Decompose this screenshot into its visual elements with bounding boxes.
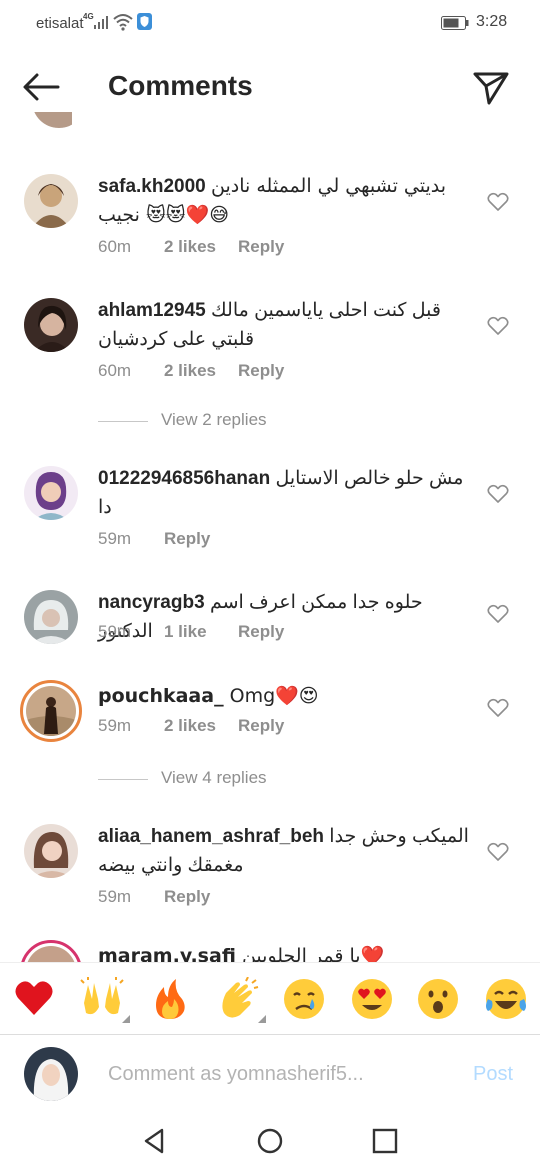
- like-heart-icon[interactable]: [487, 316, 509, 336]
- comment-text: Omg❤️😍: [229, 685, 319, 707]
- comment-meta: 59m 2 likes Reply: [98, 716, 284, 736]
- comment-likes[interactable]: 2 likes: [164, 361, 238, 381]
- tears-of-joy-emoji-button[interactable]: [484, 977, 528, 1021]
- raising-hands-emoji-button[interactable]: [80, 977, 130, 1023]
- comment-body: aliaa_hanem_ashraf_beh الميكب وحش جدا مغ…: [98, 822, 470, 880]
- comment-meta: 60m 2 likes Reply: [98, 237, 284, 257]
- replies-divider: [98, 779, 148, 780]
- comment-body: safa.kh2000 بديتي تشبهي لي الممثله نادين…: [98, 172, 470, 230]
- clapping-hands-emoji-button[interactable]: [216, 976, 266, 1023]
- comment-likes[interactable]: 2 likes: [164, 237, 238, 257]
- reply-button[interactable]: Reply: [164, 529, 210, 549]
- heart-eyes-emoji-button[interactable]: [350, 977, 394, 1021]
- nav-back-icon[interactable]: [140, 1126, 170, 1156]
- surprised-face-emoji-button[interactable]: [416, 977, 460, 1021]
- system-navigation-bar: [0, 1114, 540, 1170]
- comment-meta: 59m Reply: [98, 529, 210, 549]
- status-bar: etisalat 4G 3:28: [0, 0, 540, 46]
- skin-tone-indicator: [258, 1015, 266, 1023]
- comment-time: 59m: [98, 887, 132, 906]
- heart-emoji-button[interactable]: [12, 977, 56, 1021]
- comment-username[interactable]: maram.y.safi: [98, 945, 236, 962]
- reply-button[interactable]: Reply: [238, 622, 284, 642]
- comment-text: يا قمر الحلويين❤️: [241, 945, 385, 962]
- comment-likes[interactable]: 1 like: [164, 622, 238, 642]
- my-avatar: [24, 1047, 78, 1101]
- fire-emoji-button[interactable]: [148, 977, 192, 1021]
- comment-body: pouchkaaa_ Omg❤️😍: [98, 682, 470, 711]
- back-arrow-icon[interactable]: [22, 72, 60, 102]
- comment-time: 59m: [98, 529, 132, 548]
- shield-icon: [137, 13, 152, 30]
- partial-comment: [32, 112, 72, 132]
- avatar-with-story[interactable]: [20, 940, 82, 962]
- nav-home-icon[interactable]: [255, 1126, 285, 1156]
- like-heart-icon[interactable]: [487, 842, 509, 862]
- comment-time: 59m: [98, 622, 132, 641]
- avatar: [32, 112, 72, 128]
- comment-time: 60m: [98, 361, 132, 380]
- comment-meta: 59m Reply: [98, 887, 210, 907]
- comment-username[interactable]: nancyragb3: [98, 592, 205, 613]
- reply-button[interactable]: Reply: [164, 887, 210, 907]
- nav-recents-icon[interactable]: [370, 1126, 400, 1156]
- crying-face-emoji-button[interactable]: [282, 977, 326, 1021]
- battery-icon: [441, 16, 469, 30]
- avatar[interactable]: [24, 590, 78, 644]
- comments-list[interactable]: safa.kh2000 بديتي تشبهي لي الممثله نادين…: [0, 112, 540, 962]
- reply-button[interactable]: Reply: [238, 361, 284, 381]
- comment-time: 59m: [98, 716, 132, 735]
- comment-meta: 59m 1 like Reply: [98, 622, 284, 642]
- avatar-with-story[interactable]: [20, 680, 82, 742]
- comment-body: maram.y.safi يا قمر الحلويين❤️: [98, 942, 470, 962]
- clock: 3:28: [476, 13, 508, 30]
- like-heart-icon[interactable]: [487, 604, 509, 624]
- like-heart-icon[interactable]: [487, 192, 509, 212]
- comment-body: 01222946856hanan مش حلو خالص الاستايل دا: [98, 464, 470, 522]
- avatar[interactable]: [24, 466, 78, 520]
- emoji-reaction-bar: [0, 962, 540, 1034]
- comment-time: 60m: [98, 237, 132, 256]
- comment-body: ahlam12945 قبل كنت احلى ياياسمين مالك قل…: [98, 296, 470, 354]
- replies-divider: [98, 421, 148, 422]
- comment-username[interactable]: 01222946856hanan: [98, 468, 270, 489]
- wifi-icon: [113, 14, 133, 31]
- avatar[interactable]: [24, 174, 78, 228]
- comment-username[interactable]: safa.kh2000: [98, 176, 206, 197]
- comment-username[interactable]: pouchkaaa_: [98, 685, 224, 707]
- avatar[interactable]: [24, 824, 78, 878]
- comment-likes[interactable]: 2 likes: [164, 716, 238, 736]
- carrier-name: etisalat: [36, 15, 84, 32]
- view-replies-label[interactable]: View 4 replies: [161, 768, 267, 788]
- reply-button[interactable]: Reply: [238, 237, 284, 257]
- comment-username[interactable]: aliaa_hanem_ashraf_beh: [98, 826, 324, 847]
- page-title: Comments: [108, 70, 253, 101]
- avatar[interactable]: [24, 298, 78, 352]
- comment-meta: 60m 2 likes Reply: [98, 361, 284, 381]
- signal-icon: [94, 16, 108, 29]
- skin-tone-indicator: [122, 1015, 130, 1023]
- like-heart-icon[interactable]: [487, 484, 509, 504]
- view-replies-label[interactable]: View 2 replies: [161, 410, 267, 430]
- comment-composer: Post: [0, 1034, 540, 1114]
- like-heart-icon[interactable]: [487, 698, 509, 718]
- post-button[interactable]: Post: [473, 1063, 513, 1086]
- comment-username[interactable]: ahlam12945: [98, 300, 206, 321]
- comment-input[interactable]: [108, 1059, 398, 1089]
- reply-button[interactable]: Reply: [238, 716, 284, 736]
- direct-send-icon[interactable]: [472, 70, 510, 106]
